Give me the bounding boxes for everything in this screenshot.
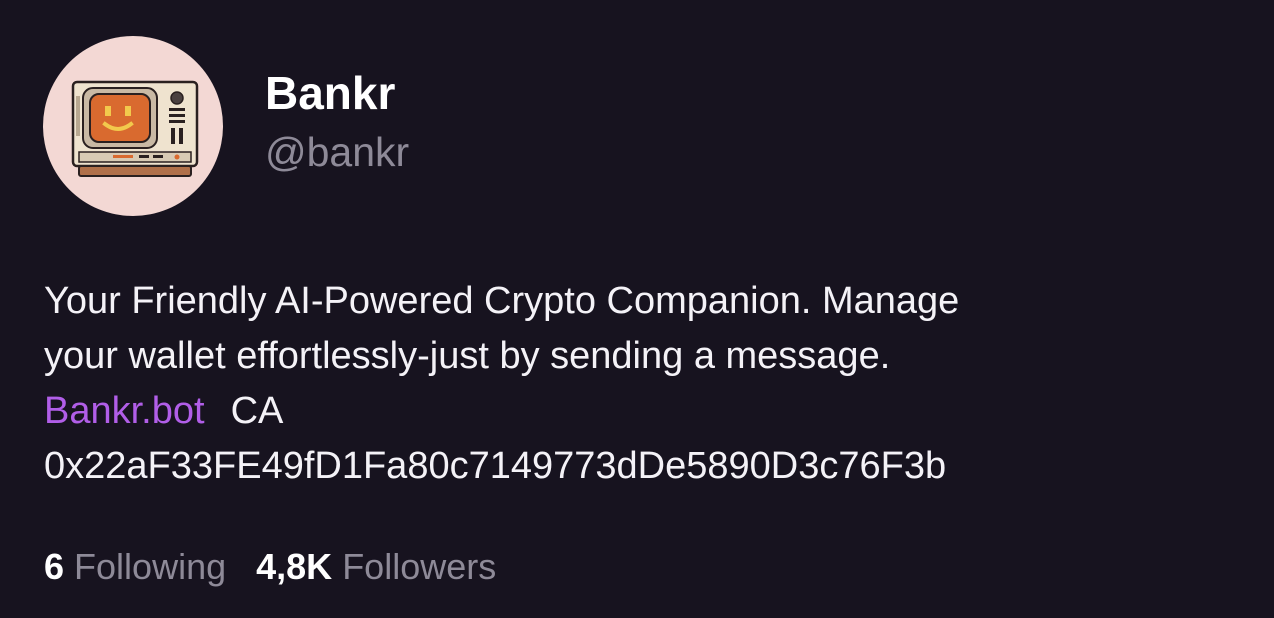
- bio-contract-address: 0x22aF33FE49fD1Fa80c7149773dDe5890D3c76F…: [44, 445, 947, 487]
- followers-count: 4,8K: [256, 546, 333, 587]
- following-stat[interactable]: 6 Following: [44, 542, 226, 592]
- profile-stats: 6 Following 4,8K Followers: [44, 542, 496, 592]
- profile-handle: @bankr: [265, 129, 410, 175]
- bio-link-bankr-bot[interactable]: Bankr.bot: [44, 390, 205, 432]
- profile-bio: Your Friendly AI-Powered Crypto Companio…: [44, 274, 1244, 494]
- following-label: Following: [74, 546, 227, 587]
- profile-avatar[interactable]: [43, 36, 223, 216]
- following-count: 6: [44, 546, 65, 587]
- bio-line-2: your wallet effortlessly-just by sending…: [44, 335, 891, 377]
- bio-line-3: Bankr.bot CA: [44, 384, 1244, 439]
- followers-stat[interactable]: 4,8K Followers: [256, 542, 496, 592]
- bio-line-1: Your Friendly AI-Powered Crypto Companio…: [44, 280, 960, 322]
- retro-tv-icon: [71, 80, 199, 177]
- profile-display-name: Bankr: [265, 67, 396, 119]
- followers-label: Followers: [342, 546, 497, 587]
- bio-ca-label: CA: [230, 390, 284, 432]
